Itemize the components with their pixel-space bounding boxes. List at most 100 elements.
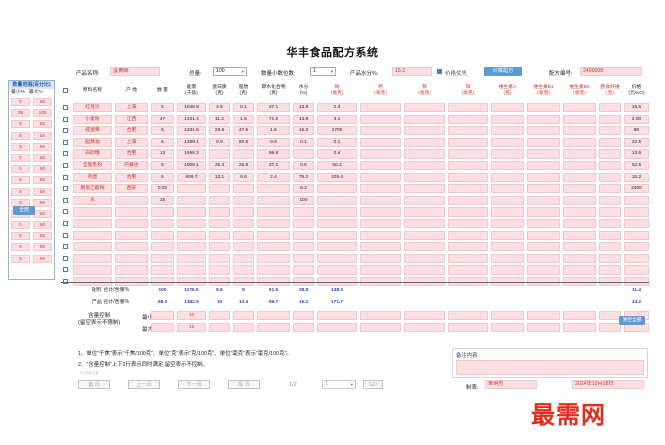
table-cell[interactable]: 1431.4 [177,114,206,124]
table-cell[interactable]: 5 [151,126,174,136]
table-cell[interactable]: 47 [151,114,174,124]
ingredient-name-cell[interactable] [73,230,112,240]
table-cell[interactable] [404,184,445,194]
max-content-field[interactable] [209,323,230,333]
table-cell[interactable] [257,195,290,205]
table-cell[interactable]: 0.1 [317,137,357,147]
table-cell[interactable] [491,253,524,263]
ingredient-name-cell[interactable]: 全脂乳粉 [73,161,112,171]
table-cell[interactable] [491,161,524,171]
table-cell[interactable] [360,253,401,263]
table-cell[interactable]: 1399.1 [177,137,206,147]
table-cell[interactable] [563,114,596,124]
row-checkbox[interactable] [63,267,68,273]
table-cell[interactable] [115,195,148,205]
table-cell[interactable] [360,230,401,240]
table-cell[interactable]: 8.6 [233,172,254,182]
min-percent-field[interactable]: 5 [11,153,30,162]
table-cell[interactable] [317,219,357,229]
table-cell[interactable] [599,161,621,171]
date-field[interactable]: 2024年10月08日 [572,380,644,389]
min-content-field[interactable] [360,311,401,321]
max-percent-field[interactable]: 50 [33,153,52,162]
table-cell[interactable] [233,149,254,159]
table-cell[interactable] [599,114,621,124]
min-percent-field[interactable]: 5 [11,254,30,263]
table-cell[interactable]: 0.02 [151,184,174,194]
table-cell[interactable] [491,195,524,205]
table-cell[interactable] [404,195,445,205]
max-percent-field[interactable]: 50 [33,232,52,241]
row-checkbox[interactable] [63,186,68,192]
price-cell[interactable]: 52.5 [624,161,649,171]
table-cell[interactable] [177,242,206,252]
table-cell[interactable] [563,195,596,205]
total-select[interactable]: 100 ▾ [213,67,247,76]
table-cell[interactable] [293,253,314,263]
table-cell[interactable] [233,184,254,194]
table-cell[interactable]: 合肥 [115,126,148,136]
table-cell[interactable] [293,265,314,275]
table-cell[interactable] [177,219,206,229]
table-cell[interactable] [257,253,290,263]
table-cell[interactable] [360,265,401,275]
table-cell[interactable] [404,265,445,275]
table-cell[interactable] [491,207,524,217]
page-select[interactable]: 1 ▾ [322,380,356,389]
table-cell[interactable] [115,265,148,275]
table-cell[interactable] [317,195,357,205]
table-cell[interactable] [527,242,560,252]
table-cell[interactable] [448,114,488,124]
max-percent-field[interactable]: 50 [33,198,52,207]
table-cell[interactable]: 15 [151,195,174,205]
table-cell[interactable] [448,161,488,171]
row-checkbox[interactable] [63,128,68,134]
calc-formula-button[interactable]: 计算配方 [484,67,522,76]
price-cell[interactable]: 2400 [624,184,649,194]
table-cell[interactable] [563,219,596,229]
table-cell[interactable]: 1.5 [233,114,254,124]
min-percent-field[interactable]: 5 [11,165,30,174]
table-cell[interactable] [257,265,290,275]
table-cell[interactable] [151,207,174,217]
price-cell[interactable] [624,265,649,275]
prev-page-button[interactable]: 上一页 [128,380,160,389]
table-cell[interactable] [527,184,560,194]
row-checkbox[interactable] [63,255,68,261]
table-cell[interactable] [563,172,596,182]
table-cell[interactable] [448,219,488,229]
table-cell[interactable]: 1909.1 [177,161,206,171]
table-cell[interactable] [448,230,488,240]
water-field[interactable]: 15.2 [392,67,432,76]
table-cell[interactable] [563,149,596,159]
table-cell[interactable] [177,265,206,275]
table-cell[interactable] [257,219,290,229]
row-checkbox[interactable] [63,197,68,203]
table-cell[interactable] [448,137,488,147]
min-content-field[interactable] [404,311,445,321]
price-cell[interactable] [624,230,649,240]
min-content-field[interactable] [491,311,524,321]
table-cell[interactable] [563,265,596,275]
table-cell[interactable] [233,230,254,240]
table-cell[interactable] [491,242,524,252]
last-page-button[interactable]: 尾 页 [228,380,260,389]
table-cell[interactable] [404,149,445,159]
ingredient-name-cell[interactable] [73,253,112,263]
table-cell[interactable]: 0.4 [317,149,357,159]
table-cell[interactable] [448,103,488,113]
table-cell[interactable] [360,161,401,171]
max-content-field[interactable] [563,323,596,333]
memo-input[interactable] [456,360,644,375]
min-percent-field[interactable]: 5 [11,176,30,185]
table-cell[interactable] [151,219,174,229]
table-cell[interactable] [404,126,445,136]
max-percent-field[interactable]: 50 [33,165,52,174]
table-cell[interactable]: 3.1 [317,114,357,124]
table-cell[interactable] [527,219,560,229]
table-cell[interactable] [563,103,596,113]
table-cell[interactable]: 11.2 [209,114,230,124]
table-cell[interactable]: 609.7 [177,172,206,182]
max-content-field[interactable] [360,323,401,333]
table-cell[interactable] [404,230,445,240]
